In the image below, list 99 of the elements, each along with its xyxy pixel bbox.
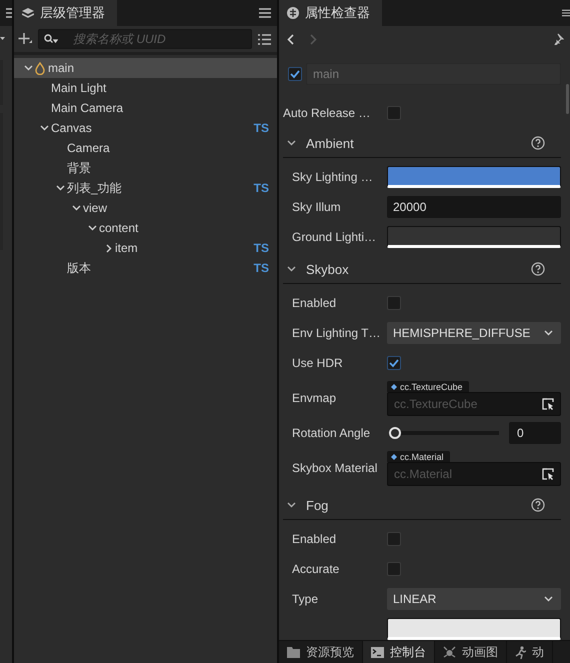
- node-label: 版本: [67, 260, 91, 276]
- chevron-down-icon: [287, 266, 296, 272]
- type-tag: cc.TextureCube: [387, 380, 469, 392]
- section-header[interactable]: Fog: [283, 491, 561, 520]
- select-cursor-icon[interactable]: [542, 468, 554, 480]
- tree-item[interactable]: 列表_功能 TS: [14, 178, 277, 198]
- tree-item[interactable]: Main Camera: [14, 98, 277, 118]
- node-label: Camera: [67, 141, 110, 155]
- property-label: Use HDR: [292, 356, 344, 370]
- property-label: Enabled: [292, 296, 338, 310]
- panel-tab[interactable]: 层级管理器: [14, 0, 117, 26]
- asset-placeholder: cc.Material: [394, 466, 452, 480]
- section-header[interactable]: Skybox: [283, 255, 561, 284]
- property-label: Rotation Angle: [292, 426, 372, 440]
- tree-item[interactable]: view: [14, 198, 277, 218]
- dropdown[interactable]: LINEAR: [387, 588, 561, 610]
- help-icon[interactable]: [531, 262, 545, 276]
- script-type-label: TS: [254, 181, 269, 195]
- chevron-down-icon: [287, 502, 296, 508]
- color-swatch[interactable]: [387, 166, 561, 188]
- diamond-icon: [391, 384, 397, 390]
- tree-item[interactable]: Canvas TS: [14, 118, 277, 138]
- menu-icon[interactable]: [6, 8, 12, 18]
- component-icon: [287, 7, 299, 19]
- script-type-label: TS: [254, 121, 269, 135]
- scrollbar[interactable]: [566, 84, 569, 114]
- color-swatch[interactable]: [387, 618, 561, 640]
- node-label: main: [48, 61, 74, 75]
- checkbox[interactable]: [387, 106, 401, 120]
- folder-icon: [287, 646, 300, 658]
- asset-placeholder: cc.TextureCube: [394, 396, 478, 410]
- tree-item[interactable]: 版本 TS: [14, 258, 277, 278]
- menu-icon[interactable]: [562, 8, 570, 18]
- property-label: Ground Lighti…: [292, 230, 378, 244]
- checkbox[interactable]: [387, 296, 401, 310]
- search-icon: [44, 34, 58, 44]
- color-swatch[interactable]: [387, 226, 561, 248]
- list-icon[interactable]: [258, 34, 271, 44]
- property-label: Sky Illum: [292, 200, 342, 214]
- panel-title: 层级管理器: [40, 4, 105, 22]
- property-label: Accurate: [292, 562, 340, 576]
- property-label: Env Lighting T…: [292, 326, 382, 340]
- chevron-down-icon[interactable]: [88, 225, 97, 231]
- panel-tab[interactable]: 属性检查器: [279, 0, 382, 26]
- node-label: Canvas: [51, 121, 92, 135]
- tree-item[interactable]: item TS: [14, 238, 277, 258]
- property-label: Sky Lighting …: [292, 170, 374, 184]
- layers-icon: [22, 8, 34, 18]
- chevron-down-icon: [544, 596, 553, 602]
- property-label: Auto Release …: [283, 106, 372, 120]
- node-label: 背景: [67, 160, 91, 176]
- caret-icon[interactable]: [0, 37, 5, 41]
- running-figure-icon: [515, 646, 526, 658]
- checkbox[interactable]: [387, 532, 401, 546]
- checkbox[interactable]: [387, 562, 401, 576]
- dropdown[interactable]: HEMISPHERE_DIFFUSE: [387, 322, 561, 344]
- select-cursor-icon[interactable]: [542, 398, 554, 410]
- property-label: Type: [292, 592, 320, 606]
- panel-tab[interactable]: 动画图: [435, 641, 507, 663]
- chevron-down-icon[interactable]: [40, 125, 49, 131]
- tree-item[interactable]: content: [14, 218, 277, 238]
- node-label: view: [83, 201, 108, 215]
- chevron-down-icon[interactable]: [24, 65, 33, 71]
- help-icon[interactable]: [531, 498, 545, 512]
- panel-tab[interactable]: 动: [507, 641, 553, 663]
- chevron-right-icon[interactable]: [106, 244, 112, 252]
- script-type-label: TS: [254, 261, 269, 275]
- help-icon[interactable]: [531, 136, 545, 150]
- panel-title: 属性检查器: [305, 4, 370, 22]
- terminal-icon: [371, 646, 384, 658]
- script-type-label: TS: [254, 241, 269, 255]
- diamond-icon: [391, 454, 397, 460]
- back-icon[interactable]: [287, 34, 294, 44]
- chevron-down-icon[interactable]: [56, 185, 65, 191]
- checkbox[interactable]: [387, 356, 401, 370]
- chevron-down-icon[interactable]: [72, 205, 81, 211]
- property-label: Skybox Material: [292, 461, 378, 475]
- number-field[interactable]: 0: [509, 422, 561, 444]
- section-header[interactable]: Ambient: [283, 129, 561, 158]
- add-icon[interactable]: [18, 32, 32, 46]
- node-label: 列表_功能: [67, 180, 122, 196]
- chevron-down-icon: [544, 330, 553, 336]
- node-label: item: [115, 241, 138, 255]
- property-label: Enabled: [292, 532, 338, 546]
- node-label: Main Camera: [51, 101, 124, 115]
- chevron-down-icon: [287, 140, 296, 146]
- tree-item[interactable]: Main Light: [14, 78, 277, 98]
- tree-item[interactable]: main: [14, 58, 277, 78]
- checkbox[interactable]: [288, 67, 302, 81]
- tree-item[interactable]: 背景: [14, 158, 277, 178]
- type-tag: cc.Material: [387, 450, 450, 462]
- node-label: content: [99, 221, 138, 235]
- search-field[interactable]: 搜索名称或 UUID: [38, 29, 252, 49]
- panel-tab[interactable]: 控制台: [363, 641, 435, 663]
- tree-item[interactable]: Camera: [14, 138, 277, 158]
- property-label: Envmap: [292, 391, 338, 405]
- number-field[interactable]: 20000: [387, 196, 561, 218]
- node-label: Main Light: [51, 81, 106, 95]
- menu-icon[interactable]: [259, 8, 271, 18]
